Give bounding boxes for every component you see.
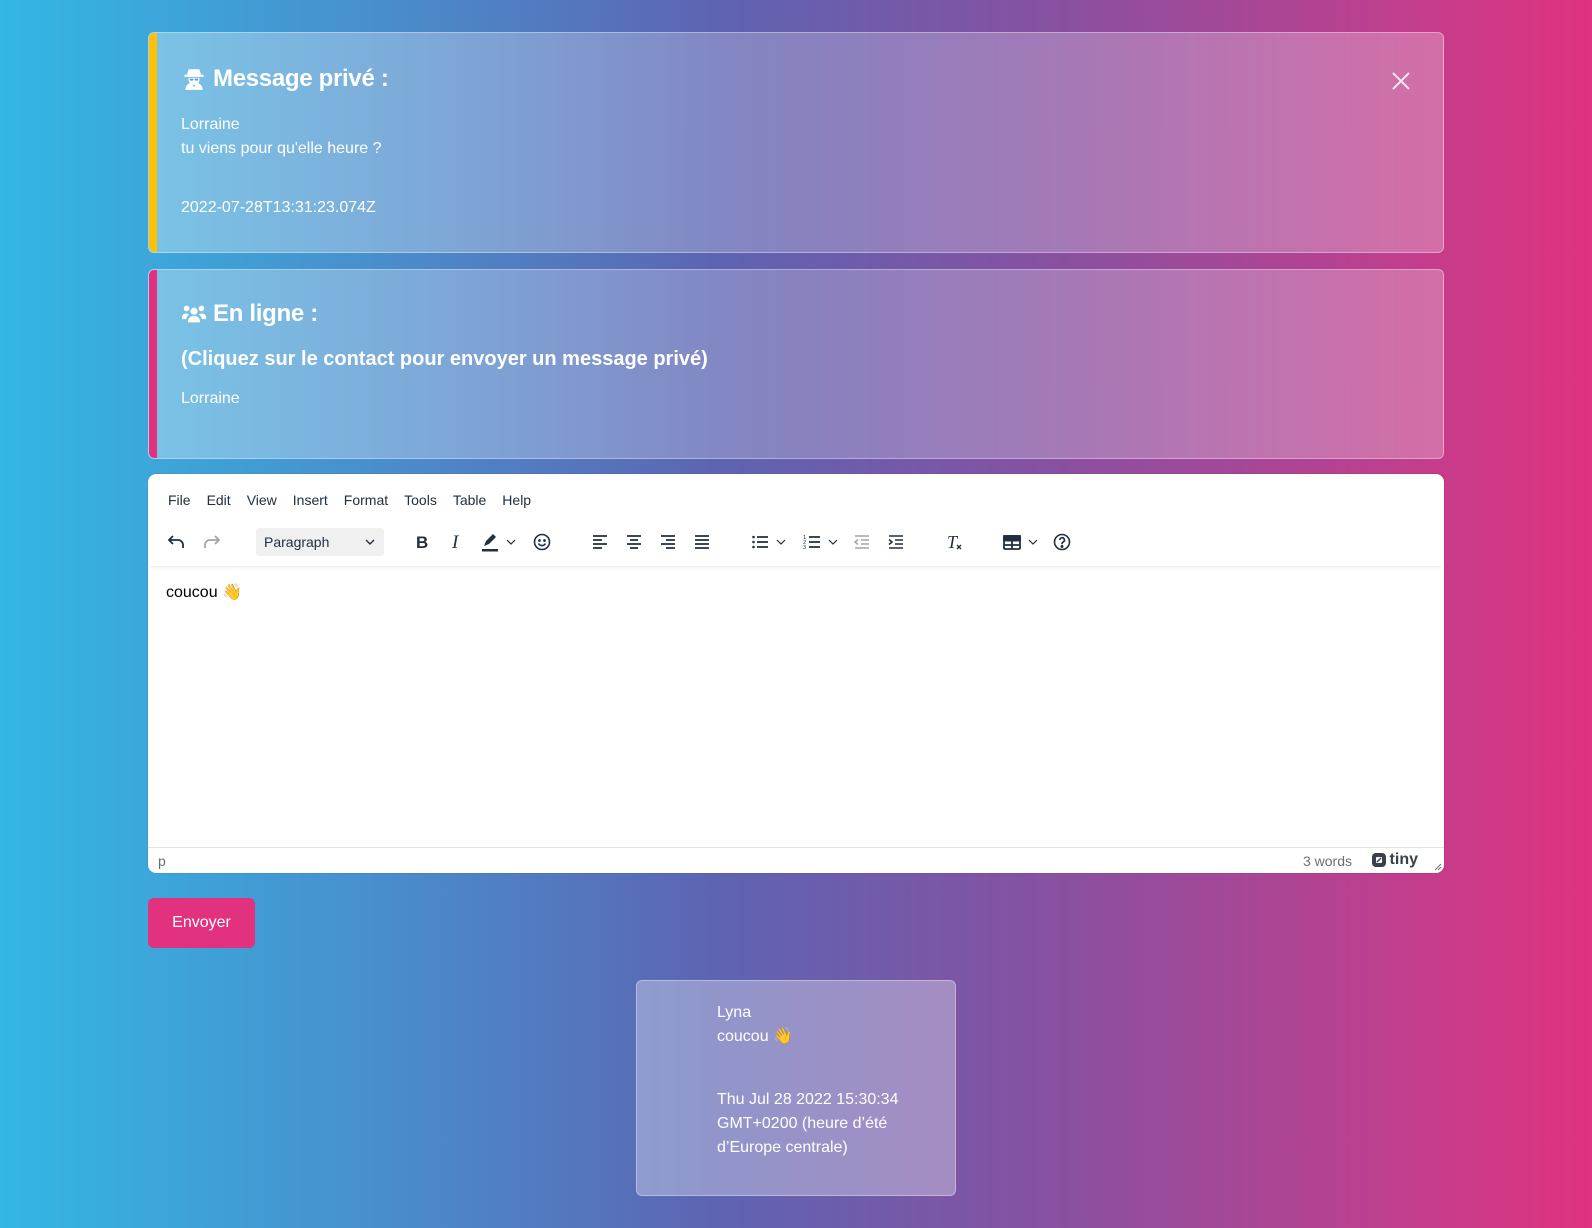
online-heading: En ligne : [181,300,318,328]
align-center-icon [627,535,641,549]
emoji-button[interactable] [530,526,554,558]
private-message-timestamp: 2022-07-28T13:31:23.074Z [181,199,376,216]
undo-button[interactable] [164,526,188,558]
menu-tools[interactable]: Tools [396,488,445,512]
align-center-button[interactable] [622,526,646,558]
numbered-list-icon: 123 [803,535,820,551]
table-button[interactable] [1000,526,1038,558]
menu-format[interactable]: Format [336,488,396,512]
chevron-down-icon [828,539,838,545]
element-path[interactable]: p [158,853,166,869]
editor-content[interactable]: coucou 👋 [166,582,242,602]
align-justify-icon [695,535,709,549]
bold-button[interactable]: B [410,526,434,558]
help-icon [1053,533,1071,551]
online-accent-bar [149,270,157,458]
svg-text:I: I [451,532,460,553]
indent-icon [888,535,903,549]
online-instructions: (Cliquez sur le contact pour envoyer un … [181,348,708,370]
chevron-down-icon [776,539,786,545]
numbered-list-button[interactable]: 123 [800,526,838,558]
message-text: coucou 👋 [717,1028,793,1045]
menu-view[interactable]: View [239,488,285,512]
private-message-title: Message privé : [213,65,389,92]
menu-table[interactable]: Table [445,488,494,512]
block-format-value: Paragraph [264,534,330,550]
online-panel: En ligne : (Cliquez sur le contact pour … [148,269,1444,459]
align-left-button[interactable] [588,526,612,558]
tiny-brand-text: tiny [1389,851,1418,868]
outdent-icon [853,535,869,549]
private-message-accent-bar [149,33,157,252]
italic-icon: I [451,532,460,553]
tiny-logo-icon [1371,853,1386,867]
message-card: Lyna coucou 👋 Thu Jul 28 2022 15:30:34 G… [636,980,956,1196]
outdent-button[interactable] [850,526,874,558]
align-justify-button[interactable] [690,526,714,558]
chevron-down-icon [365,539,375,545]
help-button[interactable] [1050,526,1074,558]
chevron-down-icon [506,539,516,545]
align-left-icon [593,535,607,549]
online-contact-item[interactable]: Lorraine [181,390,240,408]
editor-toolbar: Paragraph B I 1 2 3 T [148,518,1444,566]
send-button[interactable]: Envoyer [148,898,255,948]
clear-formatting-button[interactable]: T [942,526,966,558]
chevron-down-icon [1028,539,1038,545]
private-message-text: tu viens pour qu'elle heure ? [181,140,382,157]
private-message-content: Lorraine tu viens pour qu'elle heure ? [181,113,382,161]
italic-button[interactable]: I [444,526,468,558]
online-title: En ligne : [213,300,319,327]
align-right-button[interactable] [656,526,680,558]
redo-button[interactable] [200,526,224,558]
resize-handle-icon[interactable] [1432,861,1442,871]
users-icon [181,305,207,323]
bold-icon: B [416,533,428,552]
menu-help[interactable]: Help [494,488,539,512]
menu-file[interactable]: File [160,488,199,512]
table-icon [1003,535,1021,550]
private-message-heading: Message privé : [181,65,389,93]
block-format-select[interactable]: Paragraph [256,528,384,556]
message-date: Thu Jul 28 2022 15:30:34 GMT+0200 (heure… [717,1091,899,1156]
bullet-list-icon [752,535,768,549]
word-count[interactable]: 3 words [1303,853,1352,869]
highlight-color-button[interactable] [478,526,516,558]
user-secret-icon [184,69,204,90]
bullet-list-button[interactable] [748,526,786,558]
menu-edit[interactable]: Edit [199,488,239,512]
rich-text-editor: File Edit View Insert Format Tools Table… [148,474,1444,873]
tiny-brand-link[interactable]: tiny [1371,851,1418,869]
private-message-sender: Lorraine [181,116,240,133]
highlighter-icon [482,534,498,552]
emoji-icon [533,533,551,551]
editor-menubar: File Edit View Insert Format Tools Table… [160,488,539,512]
close-icon[interactable] [1389,69,1413,93]
message-author: Lyna [717,1004,752,1021]
editor-statusbar: p 3 words tiny [148,847,1444,873]
svg-text:3: 3 [803,545,806,551]
private-message-panel: Message privé : Lorraine tu viens pour q… [148,32,1444,253]
clear-formatting-icon: T [947,532,962,552]
menu-insert[interactable]: Insert [285,488,336,512]
indent-button[interactable] [884,526,908,558]
undo-icon [167,535,184,548]
align-right-icon [661,535,675,549]
svg-text:B: B [416,533,428,552]
redo-icon [204,535,221,548]
